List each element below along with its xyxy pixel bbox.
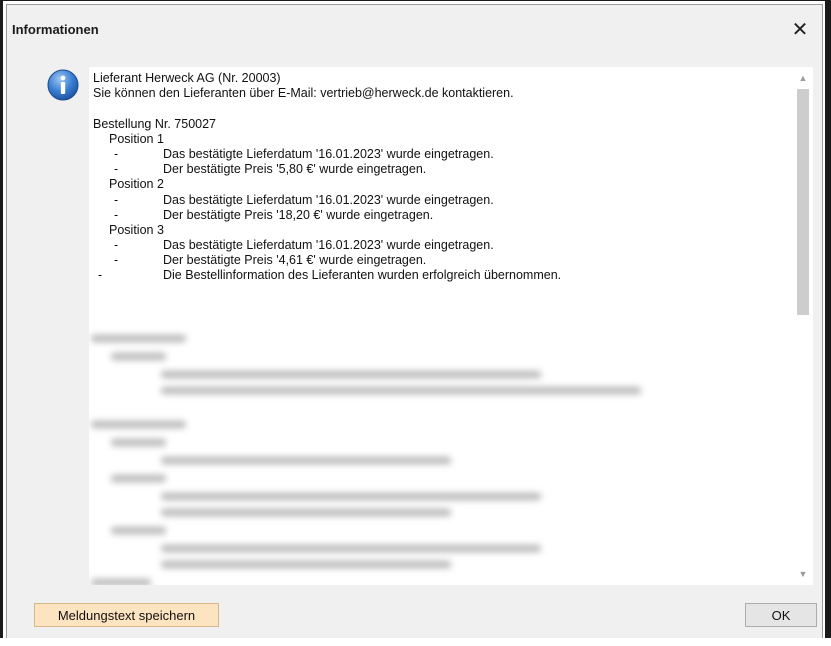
message-line: Lieferant Herweck AG (Nr. 20003): [93, 71, 787, 86]
message-line: - Der bestätigte Preis '18,20 €' wurde ei…: [93, 208, 787, 223]
message-line-text: Das bestätigte Lieferdatum '16.01.2023' …: [163, 146, 494, 161]
message-line-text: Position 2: [109, 177, 164, 192]
message-line-text: Position 1: [109, 131, 164, 146]
message-line: Bestellung Nr. 750027: [93, 117, 787, 132]
bullet-dash: -: [114, 238, 119, 253]
message-line: - Das bestätigte Lieferdatum '16.01.2023'…: [93, 238, 787, 253]
bullet-dash: -: [98, 268, 103, 283]
save-message-button[interactable]: Meldungstext speichern: [34, 603, 219, 627]
message-line: Position 2: [93, 177, 787, 192]
vertical-scrollbar[interactable]: ▲ ▼: [793, 67, 813, 585]
message-line-text: Die Bestellinformation des Lieferanten w…: [163, 268, 562, 283]
scroll-thumb[interactable]: [797, 89, 809, 315]
message-line-text: Der bestätigte Preis '4,61 €' wurde eing…: [163, 253, 427, 268]
dialog-title: Informationen: [12, 22, 99, 37]
ok-button[interactable]: OK: [745, 603, 817, 627]
message-text-area[interactable]: Lieferant Herweck AG (Nr. 20003) Sie könn…: [89, 67, 813, 585]
message-line: - Der bestätigte Preis '5,80 €' wurde ein…: [93, 162, 787, 177]
message-line: Sie können den Lieferanten über E-Mail: …: [93, 86, 787, 101]
bullet-dash: -: [114, 253, 119, 268]
message-line-text: Sie können den Lieferanten über E-Mail: …: [93, 86, 514, 101]
information-dialog: Informationen ✕ Lieferant Herweck AG (Nr…: [6, 4, 823, 640]
close-icon[interactable]: ✕: [780, 11, 820, 47]
message-line: Position 3: [93, 223, 787, 238]
message-line-text: Lieferant Herweck AG (Nr. 20003): [93, 71, 281, 85]
message-line-text: Position 3: [109, 222, 164, 237]
bullet-dash: -: [114, 146, 119, 161]
title-bar[interactable]: Informationen ✕: [7, 5, 822, 53]
message-line: - Das bestätigte Lieferdatum '16.01.2023'…: [93, 193, 787, 208]
message-line-text: Der bestätigte Preis '18,20 €' wurde ein…: [163, 207, 434, 222]
message-line-text: Das bestätigte Lieferdatum '16.01.2023' …: [163, 238, 494, 253]
message-line-text: Der bestätigte Preis '5,80 €' wurde eing…: [163, 162, 427, 177]
message-lines: Lieferant Herweck AG (Nr. 20003) Sie könn…: [93, 71, 787, 284]
message-line-text: Das bestätigte Lieferdatum '16.01.2023' …: [163, 192, 494, 207]
message-line: - Die Bestellinformation des Lieferanten …: [93, 268, 787, 283]
message-line: - Der bestätigte Preis '4,61 €' wurde ein…: [93, 253, 787, 268]
message-line: - Das bestätigte Lieferdatum '16.01.2023'…: [93, 147, 787, 162]
bottom-margin: [0, 638, 831, 646]
message-line: [93, 101, 787, 116]
bullet-dash: -: [114, 192, 119, 207]
information-icon: [47, 69, 79, 101]
bullet-dash: -: [114, 207, 119, 222]
scroll-down-icon[interactable]: ▼: [793, 565, 813, 583]
message-line-text: Bestellung Nr. 750027: [93, 116, 217, 131]
blurred-message-section: [89, 325, 789, 585]
scroll-up-icon[interactable]: ▲: [793, 69, 813, 87]
bullet-dash: -: [114, 162, 119, 177]
message-line: Position 1: [93, 132, 787, 147]
